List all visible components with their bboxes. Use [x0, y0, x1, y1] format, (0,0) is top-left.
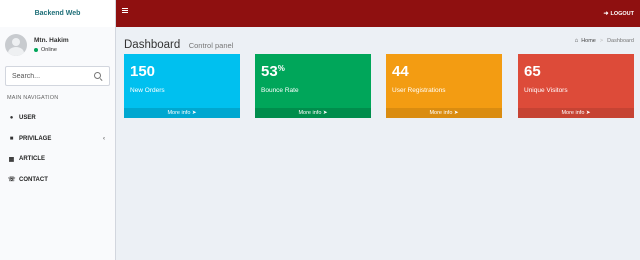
more-info-link[interactable]: More info ➤: [386, 108, 502, 118]
phone-icon: ☏: [8, 177, 16, 184]
online-dot-icon: [34, 48, 38, 52]
stat-box-new-orders: 150 New Orders More info ➤: [124, 54, 240, 118]
stat-box-unique-visitors: 65 Unique Visitors More info ➤: [518, 54, 634, 118]
user-status-label: Online: [41, 47, 57, 53]
user-panel: Mtn. Hakim Online: [0, 28, 115, 62]
brand-logo[interactable]: Backend Web: [0, 0, 115, 27]
stat-box-user-registrations: 44 User Registrations More info ➤: [386, 54, 502, 118]
user-icon: ●: [9, 115, 14, 122]
stat-label: New Orders: [130, 87, 165, 94]
arrow-circle-right-icon: ➤: [191, 110, 197, 116]
logout-button[interactable]: ➜ LOGOUT: [603, 10, 634, 18]
search-icon[interactable]: [94, 71, 103, 81]
sidebar-item-label: USER: [19, 115, 36, 122]
chevron-left-icon: ‹: [103, 135, 105, 142]
sidebar: Backend Web Mtn. Hakim Online MAIN NAVIG…: [0, 0, 116, 260]
search-input[interactable]: [12, 72, 94, 80]
avatar: [5, 34, 27, 56]
stat-label: User Registrations: [392, 87, 446, 94]
breadcrumb-home[interactable]: Home: [581, 38, 596, 44]
page-subtitle: Control panel: [188, 41, 234, 50]
stat-value: 65: [524, 63, 541, 80]
breadcrumb: ⌂ Home > Dashboard: [575, 38, 634, 44]
user-name: Mtn. Hakim: [34, 37, 69, 44]
user-status: Online: [34, 47, 69, 53]
arrow-circle-right-icon: ➤: [322, 110, 328, 116]
logout-label: LOGOUT: [610, 10, 634, 17]
sidebar-item-article[interactable]: ▦ ARTICLE: [0, 149, 115, 170]
stat-label: Bounce Rate: [261, 87, 299, 94]
content-header: Dashboard Control panel: [124, 35, 233, 53]
sidebar-item-user[interactable]: ● USER: [0, 108, 115, 129]
sidebar-item-label: PRIVILAGE: [19, 135, 52, 142]
sidebar-item-privilage[interactable]: ■ PRIVILAGE ‹: [0, 129, 115, 150]
stat-value: 44: [392, 63, 409, 80]
home-icon: ⌂: [574, 38, 579, 44]
sidebar-item-label: ARTICLE: [19, 156, 45, 163]
breadcrumb-current: Dashboard: [607, 38, 634, 44]
search-box: [5, 66, 110, 86]
stat-box-bounce-rate: 53% Bounce Rate More info ➤: [255, 54, 371, 118]
stat-value: 53%: [261, 63, 285, 80]
more-info-link[interactable]: More info ➤: [255, 108, 371, 118]
sidebar-item-contact[interactable]: ☏ CONTACT: [0, 170, 115, 191]
stat-value: 150: [130, 63, 156, 80]
nav-header: MAIN NAVIGATION: [7, 95, 59, 101]
lock-icon: ■: [9, 135, 14, 142]
menu-toggle-icon[interactable]: [122, 8, 128, 13]
book-icon: ▦: [8, 156, 15, 163]
top-navbar: ➜ LOGOUT: [116, 0, 640, 27]
breadcrumb-separator: >: [599, 38, 604, 44]
arrow-circle-right-icon: ➤: [453, 110, 459, 116]
stat-label: Unique Visitors: [524, 87, 568, 94]
more-info-link[interactable]: More info ➤: [124, 108, 240, 118]
sidebar-item-label: CONTACT: [19, 176, 48, 183]
sign-out-icon: ➜: [603, 11, 609, 17]
page-title: Dashboard: [124, 39, 181, 51]
more-info-link[interactable]: More info ➤: [518, 108, 634, 118]
arrow-circle-right-icon: ➤: [585, 110, 591, 116]
